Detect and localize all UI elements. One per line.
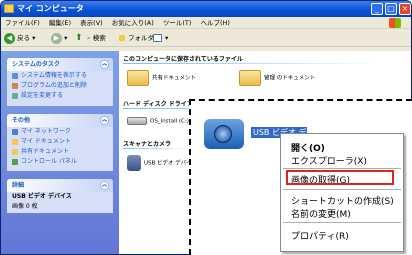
folder-icon — [127, 70, 149, 86]
collapse-icon[interactable]: ︽ — [100, 116, 109, 125]
task-add-remove-programs[interactable]: プログラムの追加と削除 — [7, 81, 113, 91]
group-stored-files: このコンピュータに保存されているファイル — [123, 56, 243, 63]
menu-create-shortcut[interactable]: ショートカットの作成(S) — [291, 194, 394, 207]
place-shared-documents[interactable]: 共有ドキュメント — [7, 147, 113, 157]
menu-open[interactable]: 開く(O) — [291, 141, 325, 154]
system-tasks-header[interactable]: システムのタスク ︽ — [7, 58, 113, 71]
details-panel: 詳細 ︽ USB ビデオ デバイス 画像 0 枚 — [7, 179, 113, 213]
maximize-button[interactable]: □ — [385, 3, 397, 15]
shared-documents-folder[interactable]: 共有ドキュメント — [127, 70, 196, 86]
control-panel-icon — [12, 158, 18, 165]
views-button[interactable]: ▾ — [153, 32, 168, 44]
menu-help[interactable]: ヘルプ(H) — [201, 19, 230, 27]
menu-separator — [283, 168, 401, 169]
forward-button[interactable]: ▶ ▾ — [51, 32, 67, 44]
toolbar: ◀ 戻る ▾ ▶ ▾ ⬆ ⌕ 検索 フォルダ ▾ — [1, 29, 411, 47]
details-title: 詳細 — [12, 182, 25, 189]
group-divider — [123, 63, 383, 64]
user-documents-folder[interactable]: 管理 のドキュメント — [239, 70, 315, 86]
system-tasks-panel: システムのタスク ︽ システム情報を表示する プログラムの追加と削除 設定を変更す… — [7, 58, 113, 106]
task-label: 設定を変更する — [21, 92, 64, 99]
search-button[interactable]: ⌕ 検索 — [87, 32, 106, 44]
zoom-border-left — [189, 99, 191, 255]
info-icon — [12, 72, 18, 79]
folder-icon — [119, 35, 125, 41]
folder-label: 管理 のドキュメント — [264, 75, 316, 82]
menu-tools[interactable]: ツール(T) — [163, 19, 192, 27]
back-button[interactable]: ◀ 戻る ▾ — [4, 32, 35, 44]
task-view-system-info[interactable]: システム情報を表示する — [7, 71, 113, 81]
place-label: マイ ドキュメント — [21, 138, 71, 145]
details-sub: 画像 0 枚 — [12, 203, 38, 210]
place-label: 共有ドキュメント — [21, 148, 70, 155]
collapse-icon[interactable]: ︽ — [100, 181, 109, 190]
place-my-network[interactable]: マイ ネットワーク — [7, 127, 113, 137]
window-title: マイ コンピュータ — [17, 4, 84, 13]
search-icon: ⌕ — [87, 34, 91, 42]
menu-explorer[interactable]: エクスプローラ(X) — [291, 154, 367, 167]
programs-icon — [12, 82, 18, 89]
minimize-button[interactable]: _ — [371, 3, 383, 15]
place-control-panel[interactable]: コントロール パネル — [7, 157, 113, 167]
back-arrow-icon: ◀ — [4, 32, 15, 44]
other-places-title: その他 — [12, 117, 31, 124]
highlight-box — [286, 170, 394, 185]
menu-rename[interactable]: 名前の変更(M) — [291, 207, 351, 220]
other-places-header[interactable]: その他 ︽ — [7, 114, 113, 127]
task-label: プログラムの追加と削除 — [21, 82, 87, 89]
camera-lens — [214, 125, 232, 143]
task-label: システム情報を表示する — [21, 72, 87, 79]
group-hard-drives: ハード ディスク ドライブ — [123, 101, 193, 108]
os-drive[interactable]: OS_Install (C:) — [127, 117, 189, 125]
usb-video-device-icon[interactable] — [200, 113, 250, 151]
system-tasks-title: システムのタスク — [12, 61, 60, 68]
group-scanners-cameras: スキャナとカメラ — [123, 141, 172, 148]
menu-separator — [283, 189, 401, 190]
close-button[interactable]: × — [399, 3, 411, 15]
menu-edit[interactable]: 編集(E) — [49, 19, 71, 27]
back-label: 戻る — [17, 34, 31, 42]
device-label: USB ビデオ デバイ — [144, 160, 192, 167]
forward-arrow-icon: ▶ — [51, 32, 62, 44]
title-bar: マイ コンピュータ _ □ × — [1, 1, 411, 17]
search-label: 検索 — [92, 34, 106, 42]
views-icon — [153, 34, 162, 42]
other-places-panel: その他 ︽ マイ ネットワーク マイ ドキュメント 共有ドキュメント コントロール… — [7, 114, 113, 171]
settings-icon — [12, 92, 18, 99]
task-pane: システムのタスク ︽ システム情報を表示する プログラムの追加と削除 設定を変更す… — [1, 51, 119, 254]
camera-icon — [127, 155, 141, 171]
folder-label: 共有ドキュメント — [152, 75, 197, 82]
menu-properties[interactable]: プロパティ(R) — [291, 229, 349, 242]
collapse-icon[interactable]: ︽ — [100, 60, 109, 69]
shared-folder-icon — [12, 148, 18, 155]
place-my-documents[interactable]: マイ ドキュメント — [7, 137, 113, 147]
hard-drive-icon — [127, 117, 147, 125]
drive-label: OS_Install (C:) — [150, 118, 189, 125]
network-icon — [12, 128, 18, 135]
details-header[interactable]: 詳細 ︽ — [7, 179, 113, 192]
zoom-border-top — [189, 99, 412, 101]
folders-label: フォルダ — [128, 34, 154, 42]
documents-icon — [12, 138, 18, 145]
task-change-settings[interactable]: 設定を変更する — [7, 91, 113, 101]
menu-separator — [283, 222, 401, 223]
menu-bar: ファイル(F) 編集(E) 表示(V) お気に入り(A) ツール(T) ヘルプ(… — [1, 17, 411, 29]
menu-file[interactable]: ファイル(F) — [5, 19, 40, 27]
usb-video-device-small[interactable]: USB ビデオ デバイ — [127, 155, 192, 171]
up-folder-icon[interactable]: ⬆ — [75, 32, 83, 44]
folder-icon — [239, 70, 261, 86]
screenshot: マイ コンピュータ _ □ × ファイル(F) 編集(E) 表示(V) お気に入… — [0, 0, 412, 255]
context-menu: 開く(O) エクスプローラ(X) 画像の取得(G) ショートカットの作成(S) … — [280, 133, 404, 252]
details-name: USB ビデオ デバイス — [12, 193, 72, 200]
menu-favorites[interactable]: お気に入り(A) — [112, 19, 154, 27]
folders-button[interactable]: フォルダ — [119, 32, 154, 44]
windows-logo-icon — [389, 18, 401, 28]
menu-view[interactable]: 表示(V) — [80, 19, 103, 27]
my-computer-icon — [4, 4, 14, 13]
place-label: マイ ネットワーク — [21, 128, 71, 135]
group-divider — [123, 148, 189, 149]
place-label: コントロール パネル — [21, 158, 77, 165]
